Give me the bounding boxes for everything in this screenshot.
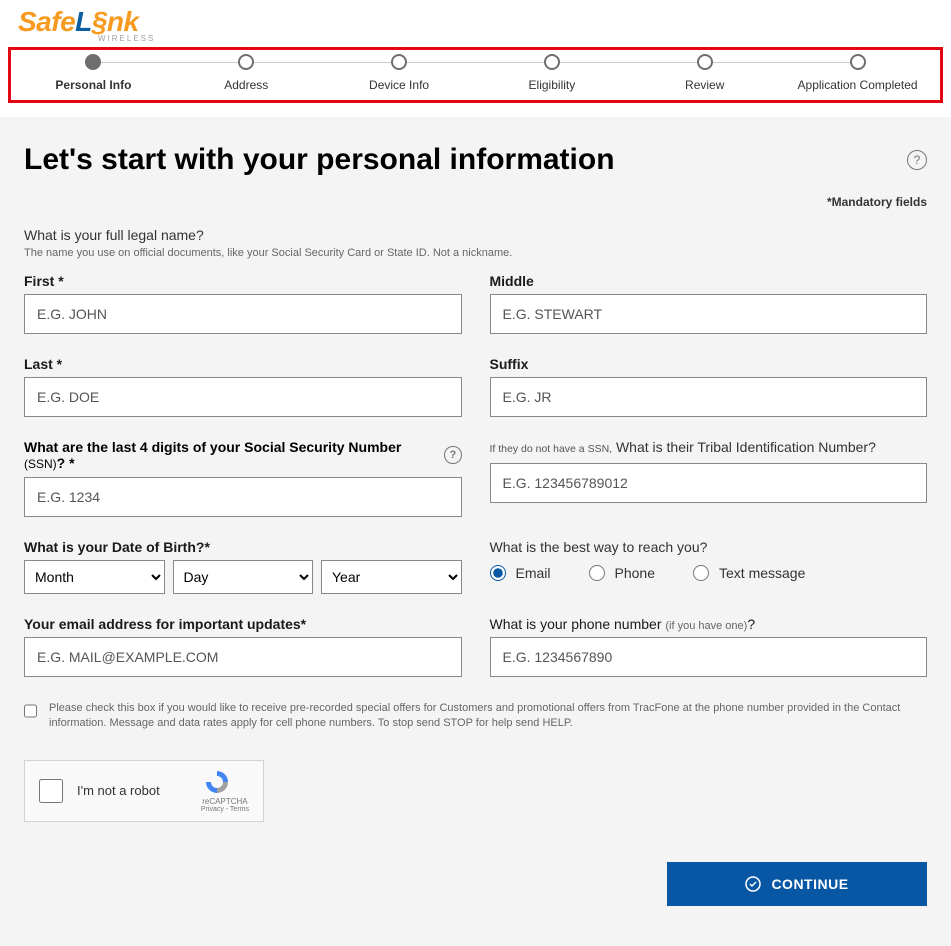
phone-input[interactable] <box>490 637 928 677</box>
email-label: Your email address for important updates… <box>24 616 462 632</box>
middle-name-label: Middle <box>490 273 928 289</box>
step-address[interactable]: Address <box>170 54 323 92</box>
dob-month-select[interactable]: Month <box>24 560 165 594</box>
dob-day-select[interactable]: Day <box>173 560 314 594</box>
mandatory-note: *Mandatory fields <box>24 195 927 209</box>
name-question: What is your full legal name? The name y… <box>24 227 927 259</box>
first-name-input[interactable] <box>24 294 462 334</box>
consent-text: Please check this box if you would like … <box>49 701 927 732</box>
logo-i: § <box>92 6 107 38</box>
consent-checkbox[interactable] <box>24 703 37 719</box>
last-name-label: Last * <box>24 356 462 372</box>
name-question-label: What is your full legal name? <box>24 227 927 243</box>
ssn-input[interactable] <box>24 477 462 517</box>
check-circle-icon <box>745 876 761 892</box>
suffix-input[interactable] <box>490 377 928 417</box>
step-label: Review <box>628 78 781 92</box>
stepper-container: Personal Info Address Device Info Eligib… <box>8 47 943 103</box>
first-name-label: First * <box>24 273 462 289</box>
step-circle-icon <box>238 54 254 70</box>
continue-button[interactable]: CONTINUE <box>667 862 927 906</box>
step-circle-icon <box>85 54 101 70</box>
step-label: Address <box>170 78 323 92</box>
reach-text-input[interactable] <box>693 565 709 581</box>
continue-label: CONTINUE <box>771 876 848 892</box>
recaptcha-badge: reCAPTCHA Privacy - Terms <box>201 768 249 813</box>
ssn-label: What are the last 4 digits of your Socia… <box>24 439 462 471</box>
step-label: Eligibility <box>475 78 628 92</box>
step-device-info[interactable]: Device Info <box>323 54 476 92</box>
dob-label: What is your Date of Birth?* <box>24 539 462 555</box>
ssn-help-icon[interactable]: ? <box>444 446 461 464</box>
phone-label: What is your phone number (if you have o… <box>490 616 928 632</box>
step-circle-icon <box>850 54 866 70</box>
step-personal-info[interactable]: Personal Info <box>17 54 170 92</box>
reach-email-radio[interactable]: Email <box>490 565 551 581</box>
stepper: Personal Info Address Device Info Eligib… <box>17 54 934 92</box>
tribal-label: If they do not have a SSN, What is their… <box>490 439 928 457</box>
consent-row: Please check this box if you would like … <box>24 701 927 732</box>
reach-text-radio[interactable]: Text message <box>693 565 805 581</box>
page-title: Let's start with your personal informati… <box>24 143 615 177</box>
logo-safe: Safe <box>18 6 75 37</box>
reach-phone-radio[interactable]: Phone <box>589 565 655 581</box>
logo: SafeL§nk WIRELESS <box>0 0 951 43</box>
reach-text-label: Text message <box>719 565 805 581</box>
step-circle-icon <box>544 54 560 70</box>
last-name-input[interactable] <box>24 377 462 417</box>
suffix-label: Suffix <box>490 356 928 372</box>
step-eligibility[interactable]: Eligibility <box>475 54 628 92</box>
step-label: Device Info <box>323 78 476 92</box>
logo-subtitle: WIRELESS <box>98 34 933 43</box>
recaptcha-icon <box>201 768 233 796</box>
reach-email-label: Email <box>516 565 551 581</box>
recaptcha-label: I'm not a robot <box>77 783 160 798</box>
main-content: Let's start with your personal informati… <box>0 117 951 946</box>
dob-year-select[interactable]: Year <box>321 560 462 594</box>
recaptcha-checkbox[interactable] <box>39 779 63 803</box>
step-review[interactable]: Review <box>628 54 781 92</box>
reach-label: What is the best way to reach you? <box>490 539 928 555</box>
step-circle-icon <box>391 54 407 70</box>
middle-name-input[interactable] <box>490 294 928 334</box>
step-application-completed[interactable]: Application Completed <box>781 54 934 92</box>
reach-phone-label: Phone <box>615 565 655 581</box>
reach-phone-input[interactable] <box>589 565 605 581</box>
step-label: Personal Info <box>17 78 170 92</box>
email-input[interactable] <box>24 637 462 677</box>
name-question-hint: The name you use on official documents, … <box>24 247 927 259</box>
step-circle-icon <box>697 54 713 70</box>
recaptcha[interactable]: I'm not a robot reCAPTCHA Privacy - Term… <box>24 760 264 822</box>
tribal-id-input[interactable] <box>490 463 928 503</box>
logo-nk: nk <box>107 6 139 37</box>
step-label: Application Completed <box>781 78 934 92</box>
help-icon[interactable]: ? <box>907 150 927 170</box>
reach-email-input[interactable] <box>490 565 506 581</box>
logo-l: L <box>75 6 92 37</box>
reach-radio-group: Email Phone Text message <box>490 565 928 581</box>
